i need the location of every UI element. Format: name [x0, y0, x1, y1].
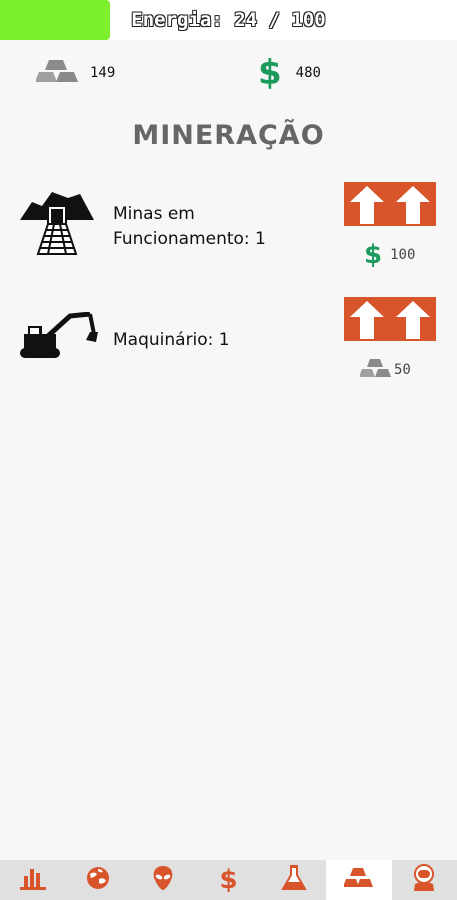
dollar-icon: $	[258, 53, 282, 93]
upgrade-mines-button[interactable]	[344, 182, 436, 226]
flask-icon	[281, 864, 307, 896]
money-resource: $ 480	[258, 56, 321, 90]
mines-cost: $ 100	[364, 242, 415, 268]
machinery-cost: 50	[359, 358, 411, 382]
dollar-icon: $	[364, 240, 383, 270]
nav-market[interactable]: $	[196, 860, 261, 900]
nav-stats[interactable]	[0, 860, 65, 900]
upgrade-machinery-button[interactable]	[344, 297, 436, 341]
energy-label: Energia: 24 / 100	[131, 9, 326, 31]
mine-entrance-icon	[18, 188, 96, 260]
nav-research[interactable]	[261, 860, 326, 900]
money-amount: 480	[295, 65, 321, 81]
mines-label-line2: Funcionamento: 1	[113, 229, 266, 249]
silver-resource: 149	[35, 56, 116, 90]
mines-label-line1: Minas em	[113, 204, 195, 224]
machinery-label: Maquinário: 1	[113, 330, 230, 350]
energy-bar: Energia: 24 / 100	[0, 0, 457, 40]
nav-mining[interactable]	[326, 860, 392, 900]
astronaut-icon	[411, 864, 437, 896]
page-title: MINERAÇÃO	[132, 120, 325, 151]
silver-ingots-icon	[343, 867, 374, 893]
dollar-icon: $	[219, 865, 238, 895]
silver-ingots-icon	[359, 358, 394, 382]
silver-ingots-icon	[35, 58, 82, 88]
alien-icon	[152, 865, 174, 895]
bottom-nav: $	[0, 860, 457, 900]
bar-chart-icon	[19, 866, 47, 894]
mines-label: Minas em Funcionamento: 1	[113, 202, 266, 252]
nav-aliens[interactable]	[131, 860, 196, 900]
excavator-icon	[18, 311, 98, 364]
mines-cost-value: 100	[390, 247, 416, 263]
globe-icon	[85, 865, 111, 895]
nav-planet[interactable]	[65, 860, 130, 900]
silver-amount: 149	[90, 65, 116, 81]
machinery-cost-value: 50	[394, 362, 411, 378]
nav-crew[interactable]	[392, 860, 457, 900]
